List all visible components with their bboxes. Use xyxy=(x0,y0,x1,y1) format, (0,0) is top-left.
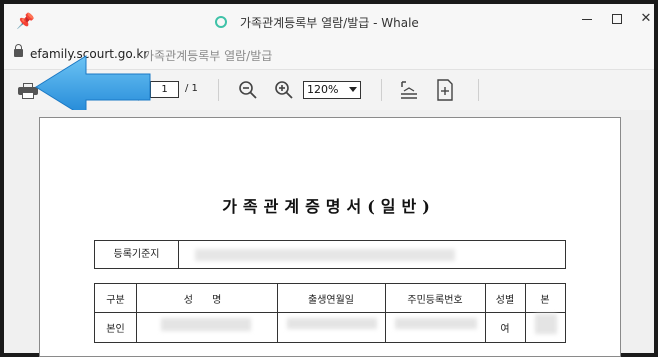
toolbar-divider xyxy=(381,79,382,101)
table-header: 성별 xyxy=(495,295,515,306)
whale-tab-icon xyxy=(215,16,227,28)
maximize-button[interactable] xyxy=(607,8,627,30)
person-table: 구분 성 명 출생연월일 주민등록번호 성별 본 본인 여 xyxy=(94,283,566,343)
table-header: 출생연월일 xyxy=(308,295,354,306)
zoom-in-icon[interactable] xyxy=(274,80,294,100)
toolbar-divider xyxy=(218,79,219,101)
table-header: 구분 xyxy=(106,295,125,306)
row-category: 본인 xyxy=(106,324,125,335)
resident-number-redacted xyxy=(395,318,477,329)
table-header: 성 명 xyxy=(183,295,230,306)
page-view-icon[interactable] xyxy=(436,79,454,101)
table-header: 본 xyxy=(540,295,550,306)
page-total: / 1 xyxy=(185,83,198,94)
print-tray xyxy=(22,92,34,99)
registry-value-redacted xyxy=(195,249,455,261)
close-button[interactable]: ✕ xyxy=(636,8,656,30)
name-redacted xyxy=(161,318,251,331)
table-header: 주민등록번호 xyxy=(407,295,463,306)
title-bar: 📌 가족관계등록부 열람/발급 - Whale ✕ xyxy=(4,4,654,38)
birthdate-redacted xyxy=(287,318,377,329)
fit-page-icon[interactable] xyxy=(400,80,418,100)
origin-redacted xyxy=(535,314,557,334)
row-gender: 여 xyxy=(500,324,510,335)
window-title: 가족관계등록부 열람/발급 - Whale xyxy=(240,16,419,30)
minimize-icon xyxy=(582,19,592,20)
maximize-icon xyxy=(612,14,622,24)
toolbar-divider xyxy=(478,79,479,101)
zoom-out-icon[interactable] xyxy=(238,80,258,100)
pin-icon[interactable]: 📌 xyxy=(16,12,35,30)
registry-table: 등록기준지 xyxy=(94,240,566,269)
minimize-button[interactable] xyxy=(577,8,597,30)
registry-label: 등록기준지 xyxy=(95,241,179,268)
zoom-value: 120% xyxy=(307,83,339,96)
table-row-divider xyxy=(95,312,565,313)
document-title: 가족관계증명서(일반) xyxy=(222,197,436,216)
url-page-title: 가족관계등록부 열람/발급 xyxy=(143,49,273,63)
zoom-select[interactable]: 120% xyxy=(303,81,361,99)
page-number-input[interactable]: 1 xyxy=(150,81,179,98)
lock-icon[interactable] xyxy=(14,44,23,57)
chevron-down-icon xyxy=(349,87,357,92)
